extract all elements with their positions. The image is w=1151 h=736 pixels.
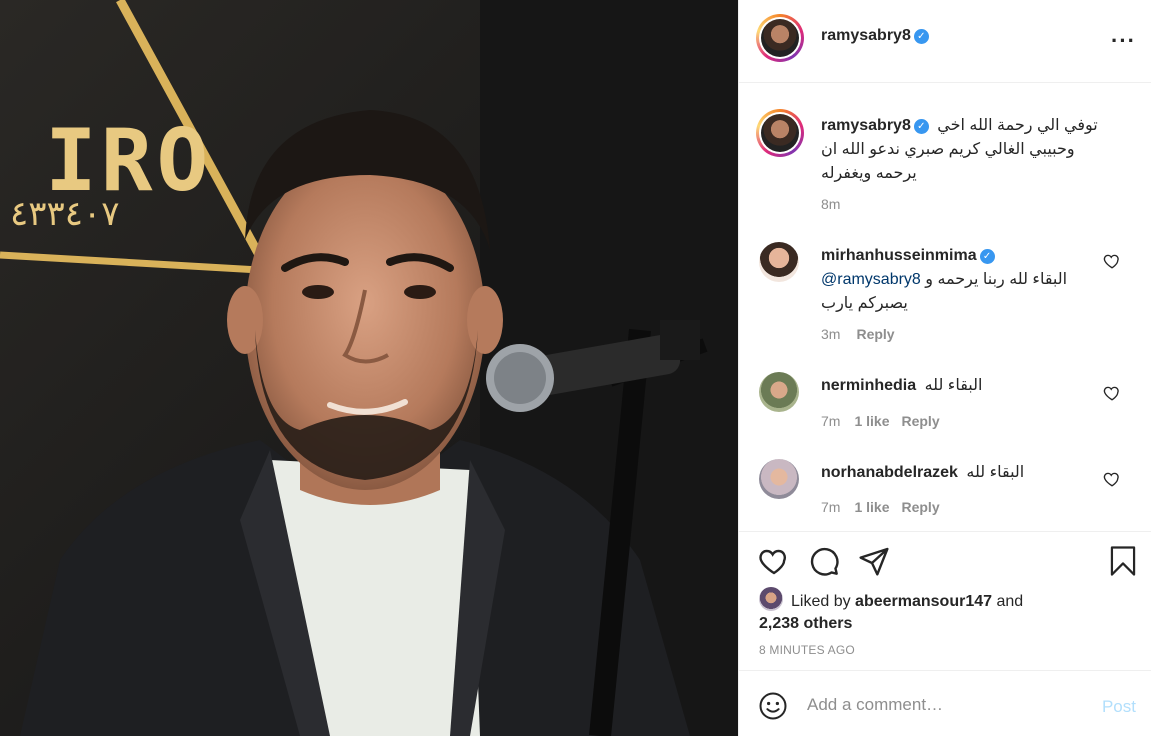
caption-text-line1: توفي الي رحمة الله اخي bbox=[937, 117, 1098, 134]
likes-summary: Liked by abeermansour147 and 2,238 other… bbox=[759, 587, 1023, 635]
author-avatar[interactable] bbox=[756, 14, 804, 62]
comment-item: norhanabdelrazek البقاء لله bbox=[821, 461, 1101, 485]
comment-username[interactable]: mirhanhusseinmima bbox=[821, 247, 977, 264]
comments-list[interactable]: ramysabry8 ✓ توفي الي رحمة الله اخي وحبيب… bbox=[739, 84, 1151, 532]
comment-item: nerminhedia البقاء لله bbox=[821, 374, 1101, 398]
post-header: ramysabry8 ✓ ··· bbox=[739, 0, 1151, 83]
comment-meta: 7m 1 like Reply bbox=[821, 499, 940, 515]
author-username-text[interactable]: ramysabry8 bbox=[821, 27, 911, 44]
post-actions bbox=[739, 532, 1151, 582]
comment-text: البقاء لله bbox=[924, 377, 983, 394]
comment-like-heart-icon[interactable] bbox=[1103, 470, 1121, 488]
comment-time[interactable]: 7m bbox=[821, 499, 840, 515]
add-comment-bar: Post bbox=[739, 670, 1151, 736]
comment-like-heart-icon[interactable] bbox=[1103, 252, 1121, 270]
post-comment-button[interactable]: Post bbox=[1102, 697, 1136, 717]
reply-button[interactable]: Reply bbox=[856, 326, 894, 342]
caption: ramysabry8 ✓ توفي الي رحمة الله اخي وحبيب… bbox=[821, 114, 1121, 186]
more-horizontal-icon[interactable]: ··· bbox=[1111, 28, 1136, 54]
comment-mention[interactable]: @ramysabry8 bbox=[821, 271, 921, 288]
verified-badge-icon: ✓ bbox=[979, 249, 995, 264]
save-bookmark-icon[interactable] bbox=[1108, 545, 1138, 577]
like-heart-icon[interactable] bbox=[758, 545, 790, 577]
verified-badge-icon: ✓ bbox=[913, 119, 929, 134]
likes-prefix: Liked by bbox=[791, 593, 851, 610]
comment-bubble-icon[interactable] bbox=[808, 545, 840, 577]
caption-time[interactable]: 8m bbox=[821, 196, 840, 212]
comment-text-line2: يصبركم يارب bbox=[821, 295, 908, 312]
commenter-avatar[interactable] bbox=[759, 459, 799, 499]
comment-time[interactable]: 7m bbox=[821, 413, 840, 429]
comment-time[interactable]: 3m bbox=[821, 326, 840, 342]
add-comment-input[interactable] bbox=[807, 695, 1077, 715]
commenter-avatar[interactable] bbox=[759, 372, 799, 412]
comment-username[interactable]: norhanabdelrazek bbox=[821, 464, 958, 481]
reply-button[interactable]: Reply bbox=[901, 413, 939, 429]
photo-illustration: IRO ٤٣٣٤٠٧ bbox=[0, 0, 738, 736]
post-time-ago[interactable]: 8 MINUTES AGO bbox=[759, 643, 855, 657]
verified-badge-icon: ✓ bbox=[913, 29, 929, 44]
comment-item: mirhanhusseinmima ✓ @ramysabry8 البقاء لل… bbox=[821, 244, 1101, 316]
emoji-smiley-icon[interactable] bbox=[758, 691, 788, 721]
caption-username[interactable]: ramysabry8 bbox=[821, 117, 911, 134]
comment-meta: 7m 1 like Reply bbox=[821, 413, 940, 429]
caption-text-line3: يرحمه ويغفرله bbox=[821, 165, 917, 182]
liker-avatar[interactable] bbox=[759, 587, 783, 611]
comment-meta: 3m Reply bbox=[821, 326, 895, 342]
likes-and: and bbox=[996, 593, 1024, 610]
commenter-avatar[interactable] bbox=[759, 242, 799, 282]
likes-others-count[interactable]: 2,238 others bbox=[759, 613, 1023, 635]
caption-author-avatar[interactable] bbox=[756, 109, 804, 157]
comment-likes-count[interactable]: 1 like bbox=[854, 413, 889, 429]
instagram-post-modal: IRO ٤٣٣٤٠٧ ramysabry8 ✓ ··· ramysabry8 ✓… bbox=[0, 0, 1151, 736]
comment-text: البقاء لله ربنا يرحمه و bbox=[925, 271, 1068, 288]
share-direct-icon[interactable] bbox=[858, 545, 890, 577]
comment-likes-count[interactable]: 1 like bbox=[854, 499, 889, 515]
reply-button[interactable]: Reply bbox=[901, 499, 939, 515]
caption-text-line2: وحبيبي الغالي كريم صبري ندعو الله ان bbox=[821, 141, 1075, 158]
comment-like-heart-icon[interactable] bbox=[1103, 384, 1121, 402]
comment-username[interactable]: nerminhedia bbox=[821, 377, 916, 394]
post-side-panel: ramysabry8 ✓ ··· ramysabry8 ✓ توفي الي رحم… bbox=[738, 0, 1151, 736]
author-username[interactable]: ramysabry8 ✓ bbox=[821, 27, 929, 45]
comment-text: البقاء لله bbox=[966, 464, 1025, 481]
post-photo[interactable]: IRO ٤٣٣٤٠٧ bbox=[0, 0, 738, 736]
sign-subtext: ٤٣٣٤٠٧ bbox=[10, 194, 120, 234]
liker-username[interactable]: abeermansour147 bbox=[855, 593, 992, 610]
